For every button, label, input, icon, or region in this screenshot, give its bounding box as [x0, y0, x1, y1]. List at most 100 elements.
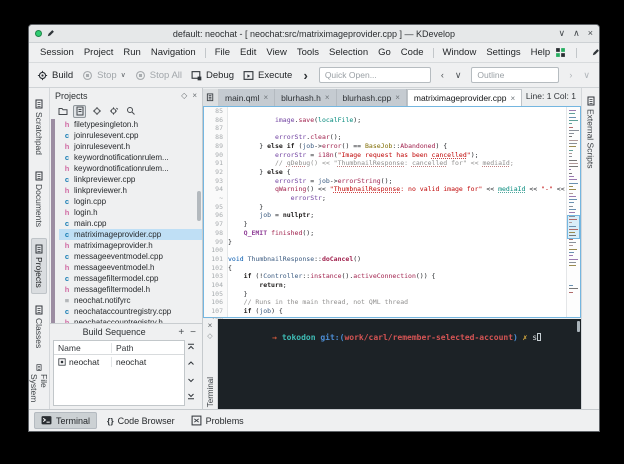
tree-scrollbar[interactable]	[197, 191, 201, 221]
sidebar-tab-classes[interactable]: Classes	[32, 300, 46, 353]
float-panel-icon[interactable]: ◇	[181, 91, 187, 100]
menu-settings[interactable]: Settings	[481, 45, 525, 60]
tree-item[interactable]: hlinkpreviewer.h	[59, 185, 202, 196]
close-icon[interactable]: ×	[263, 93, 268, 102]
menu-code[interactable]: Code	[396, 45, 429, 60]
menu-selection[interactable]: Selection	[324, 45, 373, 60]
remove-build-item-button[interactable]: −	[190, 327, 196, 338]
filter-button[interactable]	[124, 105, 137, 118]
execute-button[interactable]: Execute	[243, 70, 292, 81]
move-top-icon[interactable]	[187, 343, 198, 354]
sidebar-tab-file-system[interactable]: File System	[28, 359, 51, 410]
external-scripts-icon	[586, 96, 596, 106]
move-bottom-icon[interactable]	[187, 392, 198, 403]
sidebar-tab-projects[interactable]: Projects	[31, 238, 47, 294]
build-settings-button[interactable]	[107, 105, 120, 118]
chevron-down-icon[interactable]: ∨	[454, 70, 463, 81]
editor-tab-blurhash-cpp[interactable]: blurhash.cpp×	[337, 89, 407, 106]
maximize-button[interactable]: ∧	[573, 28, 580, 39]
statusbar-code-browser-button[interactable]: {} Code Browser	[101, 414, 181, 428]
tree-item[interactable]: hkeywordnotificationrulem...	[59, 163, 202, 174]
tree-item[interactable]: hneochataccountregistry.h	[59, 317, 202, 323]
debug-icon	[191, 70, 202, 81]
menu-tools[interactable]: Tools	[292, 45, 324, 60]
titlebar[interactable]: default: neochat - [ neochat:src/matrixi…	[29, 25, 599, 43]
statusbar-terminal-button[interactable]: Terminal	[34, 412, 97, 429]
close-icon[interactable]: ×	[325, 93, 330, 102]
outline-forward-icon[interactable]: ›	[568, 70, 573, 80]
column-header-path[interactable]: Path	[112, 343, 138, 353]
tree-item[interactable]: cmatriximageprovider.cpp	[59, 229, 202, 240]
editor-tab-matriximageprovider-cpp[interactable]: matriximageprovider.cpp×	[407, 89, 522, 106]
tree-item[interactable]: cneochataccountregistry.cpp	[59, 306, 202, 317]
build-sequence-row[interactable]: neochat neochat	[54, 355, 184, 368]
build-button[interactable]: Build	[37, 70, 73, 81]
statusbar-problems-button[interactable]: Problems	[185, 413, 250, 428]
code-line: // qDebug() << "ThumbnailResponse: cance…	[228, 159, 566, 168]
terminal-scrollbar[interactable]	[577, 321, 580, 332]
menu-navigation[interactable]: Navigation	[146, 45, 201, 60]
float-terminal-icon[interactable]: ◇	[207, 332, 212, 340]
minimize-button[interactable]: ∨	[559, 28, 566, 39]
h-file-icon: h	[63, 120, 71, 129]
minimap-scrollbar[interactable]	[566, 107, 580, 317]
menu-file[interactable]: File	[210, 45, 235, 60]
column-header-name[interactable]: Name	[54, 343, 112, 353]
tree-item-label: neochataccountregistry.cpp	[74, 307, 171, 316]
tree-item[interactable]: hmessagefiltermodel.h	[59, 284, 202, 295]
close-button[interactable]: ×	[588, 28, 593, 39]
outline-input[interactable]: Outline	[471, 67, 559, 83]
move-down-icon[interactable]	[187, 376, 198, 387]
stop-button[interactable]: Stop ∨	[82, 70, 126, 81]
app-grid-icon[interactable]	[555, 47, 566, 58]
document-list-icon[interactable]	[203, 89, 219, 106]
outline-back-icon[interactable]: ‹	[440, 70, 445, 80]
menu-edit[interactable]: Edit	[235, 45, 261, 60]
sidebar-tab-documents[interactable]: Documents	[32, 166, 46, 232]
code-editor[interactable]: 85868788899091929394~9596979899100101102…	[203, 106, 581, 318]
open-project-folder-button[interactable]	[56, 105, 69, 118]
sidebar-tab-scratchpad[interactable]: Scratchpad	[32, 94, 46, 160]
tree-item[interactable]: cjoinrulesevent.cpp	[59, 130, 202, 141]
tree-item[interactable]: cmessageeventmodel.cpp	[59, 251, 202, 262]
chevron-down-icon[interactable]: ∨	[582, 70, 591, 81]
tree-item[interactable]: ckeywordnotificationrulem...	[59, 152, 202, 163]
editor-tab-main-qml[interactable]: main.qml×	[219, 89, 275, 106]
menu-view[interactable]: View	[261, 45, 291, 60]
sidebar-tab-external-scripts[interactable]: External Scripts	[585, 92, 597, 173]
quick-open-input[interactable]: Quick Open...	[319, 67, 431, 83]
project-settings-button[interactable]	[90, 105, 103, 118]
close-icon[interactable]: ×	[510, 94, 515, 103]
move-up-icon[interactable]	[187, 359, 198, 370]
menu-window[interactable]: Window	[438, 45, 482, 60]
menu-session[interactable]: Session	[35, 45, 79, 60]
menu-run[interactable]: Run	[118, 45, 145, 60]
tree-item[interactable]: hmatriximageprovider.h	[59, 240, 202, 251]
terminal-screen[interactable]: → tokodon git:(work/carl/remember-select…	[218, 319, 581, 409]
tree-item[interactable]: hmessageeventmodel.h	[59, 262, 202, 273]
tree-item[interactable]: clinkpreviewer.cpp	[59, 174, 202, 185]
code-line: {	[228, 264, 566, 273]
code-pane[interactable]: image.save(localFile); errorStr.clear();…	[228, 107, 566, 317]
target-icon	[58, 358, 66, 366]
tree-item[interactable]: ≡neochat.notifyrc	[59, 295, 202, 306]
tree-item[interactable]: clogin.cpp	[59, 196, 202, 207]
menu-help[interactable]: Help	[526, 45, 556, 60]
stop-all-button[interactable]: Stop All	[135, 70, 182, 81]
tree-item[interactable]: cmain.cpp	[59, 218, 202, 229]
tree-item[interactable]: cmessagefiltermodel.cpp	[59, 273, 202, 284]
menu-project[interactable]: Project	[79, 45, 119, 60]
tree-item[interactable]: hjoinrulesevent.h	[59, 141, 202, 152]
tree-item[interactable]: hlogin.h	[59, 207, 202, 218]
toolbar-overflow-chevron[interactable]: ›	[301, 68, 309, 83]
tree-item[interactable]: hfiletypesingleton.h	[59, 119, 202, 130]
add-build-item-button[interactable]: +	[178, 327, 184, 338]
sync-current-document-button[interactable]	[73, 105, 86, 118]
close-terminal-icon[interactable]: ×	[208, 321, 213, 330]
perspective-selector[interactable]: Code ∨	[587, 46, 600, 59]
debug-button[interactable]: Debug	[191, 70, 234, 81]
editor-tab-blurhash-h[interactable]: blurhash.h×	[275, 89, 336, 106]
close-panel-icon[interactable]: ×	[192, 91, 197, 100]
close-icon[interactable]: ×	[395, 93, 400, 102]
menu-go[interactable]: Go	[373, 45, 396, 60]
